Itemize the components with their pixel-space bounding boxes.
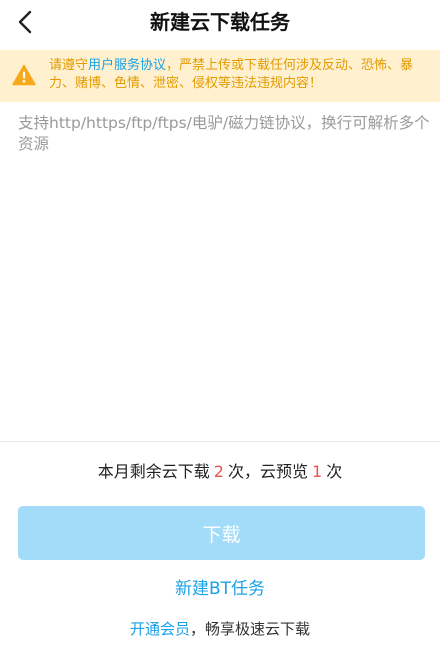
chevron-left-icon — [18, 10, 32, 34]
download-link-input[interactable] — [18, 113, 430, 433]
quota-suffix: 次 — [326, 462, 343, 481]
notice-text: 请遵守用户服务协议，严禁上传或下载任何涉及反动、恐怖、暴力、赌博、色情、泄密、侵… — [49, 57, 429, 93]
quota-prefix: 本月剩余云下载 — [97, 462, 210, 481]
notice-text-before: 请遵守 — [49, 58, 89, 73]
compliance-notice: 请遵守用户服务协议，严禁上传或下载任何涉及反动、恐怖、暴力、赌博、色情、泄密、侵… — [0, 50, 440, 102]
download-count: 2 — [213, 462, 224, 481]
header-bar: 新建云下载任务 — [0, 0, 440, 44]
preview-count: 1 — [312, 462, 323, 481]
promo-text: ，畅享极速云下载 — [190, 620, 311, 638]
download-button[interactable]: 下载 — [18, 506, 425, 560]
new-bt-task-link[interactable]: 新建BT任务 — [0, 576, 440, 602]
user-agreement-link[interactable]: 用户服务协议 — [88, 58, 166, 73]
quota-middle: 次，云预览 — [227, 462, 308, 481]
link-input-area — [0, 105, 440, 441]
back-button[interactable] — [10, 6, 42, 38]
page-title: 新建云下载任务 — [150, 10, 290, 34]
divider — [0, 441, 440, 442]
open-membership-link[interactable]: 开通会员 — [130, 620, 190, 638]
warning-icon — [12, 64, 36, 86]
membership-promo: 开通会员，畅享极速云下载 — [0, 618, 440, 640]
monthly-quota: 本月剩余云下载 2 次，云预览 1 次 — [0, 460, 440, 484]
